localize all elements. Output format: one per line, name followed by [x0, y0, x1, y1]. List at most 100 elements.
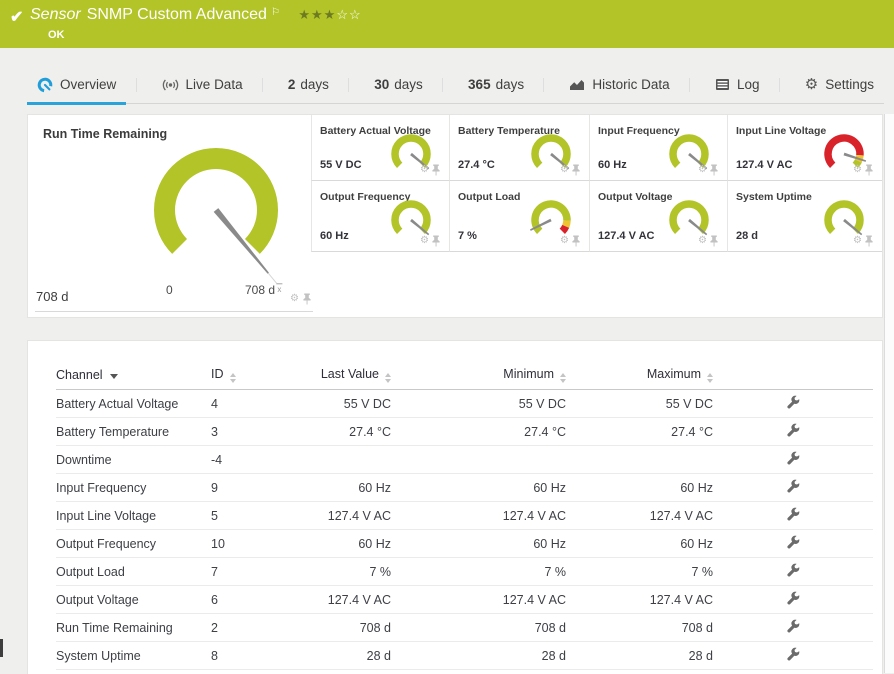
- tab-2-days[interactable]: 2 days: [278, 66, 339, 103]
- table-row: Battery Actual Voltage 4 55 V DC 55 V DC…: [56, 389, 873, 418]
- channel-name: Output Load: [56, 557, 211, 586]
- tab-overview[interactable]: Overview: [27, 66, 127, 105]
- ok-check-icon: ✔: [10, 9, 24, 26]
- pin-icon: [303, 293, 311, 305]
- gear-mini-icon: ⚙: [698, 235, 707, 246]
- gauge-value: 27.4 °C: [458, 159, 495, 171]
- channel-last-value: 60 Hz: [256, 473, 391, 502]
- gear-mini-icon: ⚙: [560, 235, 569, 246]
- gauge-title: Output Load: [458, 191, 521, 203]
- channel-maximum: 27.4 °C: [566, 417, 713, 446]
- channel-last-value: 127.4 V AC: [256, 501, 391, 530]
- gear-icon: ⚙: [804, 76, 819, 93]
- gauge-scale-max: 708 d: [245, 283, 276, 297]
- wrench-icon[interactable]: [786, 479, 800, 493]
- channel-last-value: 55 V DC: [256, 389, 391, 418]
- column-header-id[interactable]: ID: [211, 361, 256, 390]
- tab-settings[interactable]: ⚙ Settings: [795, 66, 884, 103]
- gauge-value: 60 Hz: [320, 230, 349, 242]
- gauge-card: Output Voltage 127.4 V AC ⚙: [589, 181, 727, 252]
- channel-minimum: 27.4 °C: [391, 417, 566, 446]
- tab-label: Historic Data: [592, 77, 670, 92]
- gauge-controls[interactable]: ⚙: [698, 235, 718, 247]
- gauge-controls[interactable]: ⚙: [560, 235, 580, 247]
- tab-historic-data[interactable]: Historic Data: [559, 66, 679, 103]
- channel-minimum: [391, 445, 566, 474]
- gauge-card: Battery Actual Voltage 55 V DC ⚙: [311, 115, 449, 181]
- main-gauge-dial: x: [154, 148, 283, 294]
- rating-stars[interactable]: ★★★☆☆: [298, 7, 361, 22]
- tab-30-days[interactable]: 30 days: [364, 66, 433, 103]
- column-header-minimum[interactable]: Minimum: [391, 361, 566, 390]
- wrench-icon[interactable]: [786, 507, 800, 521]
- column-header-maximum[interactable]: Maximum: [566, 361, 713, 390]
- gauge-controls[interactable]: ⚙: [420, 235, 440, 247]
- wrench-icon[interactable]: [786, 451, 800, 465]
- channel-last-value: 127.4 V AC: [256, 585, 391, 614]
- table-row: Run Time Remaining 2 708 d 708 d 708 d: [56, 613, 873, 642]
- gauge-controls[interactable]: ⚙: [853, 164, 873, 176]
- gauge-controls[interactable]: ⚙: [560, 164, 580, 176]
- column-header-last-value[interactable]: Last Value: [256, 361, 391, 390]
- gauge-controls[interactable]: ⚙: [420, 164, 440, 176]
- gauge-card: Input Line Voltage 127.4 V AC ⚙: [727, 115, 882, 181]
- gear-mini-icon: ⚙: [853, 235, 862, 246]
- gear-mini-icon: ⚙: [698, 164, 707, 175]
- tab-label: days: [394, 77, 423, 92]
- pin-icon: [710, 164, 718, 176]
- sort-icon: [385, 373, 391, 383]
- channel-maximum: [566, 445, 713, 474]
- signal-icon: [162, 78, 179, 92]
- channel-minimum: 60 Hz: [391, 529, 566, 558]
- wrench-icon[interactable]: [786, 535, 800, 549]
- channel-name: Battery Temperature: [56, 417, 211, 446]
- sort-icon: [560, 373, 566, 383]
- channel-name: Output Voltage: [56, 585, 211, 614]
- pin-icon: [710, 235, 718, 247]
- sort-icon: [229, 373, 236, 383]
- column-header-channel[interactable]: Channel: [56, 361, 211, 390]
- tab-log[interactable]: Log: [705, 66, 770, 103]
- gauge-controls[interactable]: ⚙: [853, 235, 873, 247]
- gauge-value: 28 d: [736, 230, 759, 242]
- wrench-icon[interactable]: [786, 591, 800, 605]
- gauge-value: 55 V DC: [320, 159, 362, 171]
- flag-icon[interactable]: ⚐: [271, 7, 280, 18]
- channel-id: 9: [211, 473, 256, 502]
- channel-last-value: 27.4 °C: [256, 417, 391, 446]
- wrench-icon[interactable]: [786, 647, 800, 661]
- gauge-controls[interactable]: ⚙: [698, 164, 718, 176]
- channel-id: 6: [211, 585, 256, 614]
- wrench-icon[interactable]: [786, 395, 800, 409]
- table-row: Input Frequency 9 60 Hz 60 Hz 60 Hz: [56, 473, 873, 502]
- gauge-controls[interactable]: ⚙: [290, 293, 311, 305]
- channel-maximum: 127.4 V AC: [566, 501, 713, 530]
- tab-live-data[interactable]: Live Data: [152, 66, 253, 103]
- pin-icon: [432, 235, 440, 247]
- column-header-edit: [713, 361, 873, 390]
- gear-mini-icon: ⚙: [853, 164, 862, 175]
- stars-empty: ☆☆: [336, 7, 362, 22]
- tab-365-days[interactable]: 365 days: [458, 66, 534, 103]
- tab-number: 365: [468, 77, 491, 92]
- channel-last-value: 28 d: [256, 641, 391, 670]
- gauge-value: 7 %: [458, 230, 477, 242]
- sensor-type-label: Sensor: [30, 6, 81, 23]
- gear-mini-icon: ⚙: [420, 164, 429, 175]
- channel-maximum: 28 d: [566, 641, 713, 670]
- gauge-value: 127.4 V AC: [736, 159, 793, 171]
- channel-maximum: 55 V DC: [566, 389, 713, 418]
- log-icon: [715, 78, 730, 91]
- pin-icon: [865, 164, 873, 176]
- main-gauge-card: Run Time Remaining x 0 708 d 708 d ⚙: [35, 115, 313, 312]
- channel-last-value: 60 Hz: [256, 529, 391, 558]
- gauge-card: Output Load 7 % ⚙: [449, 181, 589, 252]
- wrench-icon[interactable]: [786, 423, 800, 437]
- table-row: System Uptime 8 28 d 28 d 28 d: [56, 641, 873, 670]
- channel-name: Run Time Remaining: [56, 613, 211, 642]
- wrench-icon[interactable]: [786, 563, 800, 577]
- gauge-value: 127.4 V AC: [598, 230, 655, 242]
- channel-id: 4: [211, 389, 256, 418]
- channel-name: System Uptime: [56, 641, 211, 670]
- wrench-icon[interactable]: [786, 619, 800, 633]
